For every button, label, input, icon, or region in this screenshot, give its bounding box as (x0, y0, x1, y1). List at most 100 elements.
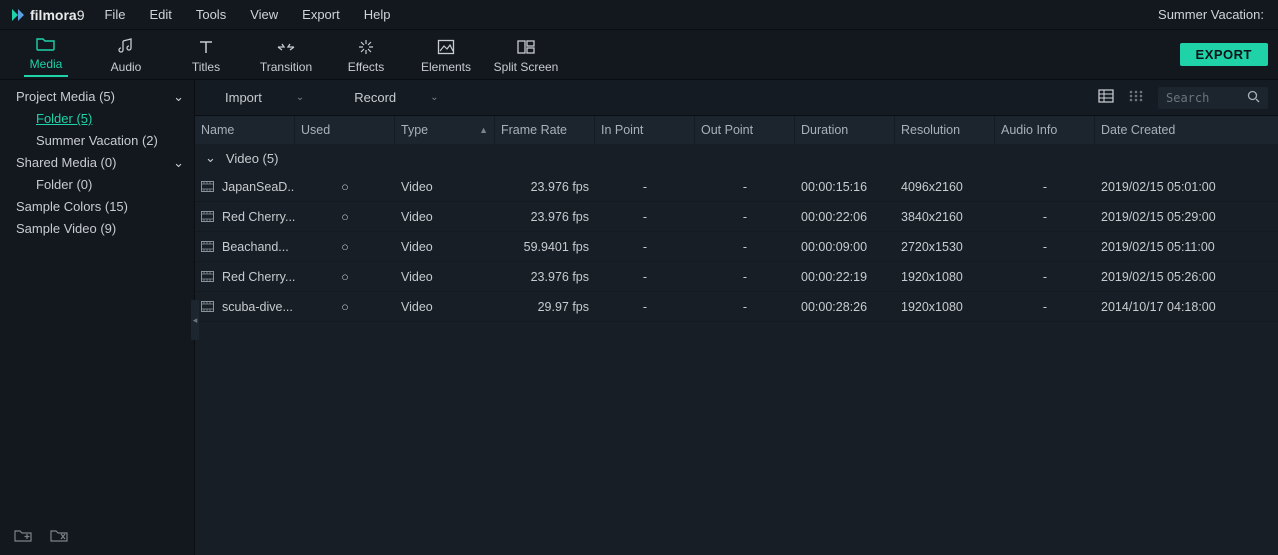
chevron-down-icon: ⌄ (430, 92, 438, 103)
menu-edit[interactable]: Edit (137, 0, 183, 30)
cell-inpoint: - (595, 300, 695, 314)
tab-split-screen[interactable]: Split Screen (486, 36, 566, 74)
cell-outpoint: - (695, 270, 795, 284)
col-type[interactable]: Type▲ (395, 116, 495, 144)
cell-date: 2014/10/17 04:18:00 (1095, 300, 1278, 314)
split-screen-icon (486, 36, 566, 58)
cell-date: 2019/02/15 05:11:00 (1095, 240, 1278, 254)
col-name[interactable]: Name (195, 116, 295, 144)
cell-used: ○ (295, 270, 395, 284)
table-row[interactable]: Red Cherry...○Video23.976 fps--00:00:22:… (195, 202, 1278, 232)
workspace: Project Media (5) ⌄ Folder (5) Summer Va… (0, 80, 1278, 555)
cell-date: 2019/02/15 05:01:00 (1095, 180, 1278, 194)
cell-type: Video (395, 270, 495, 284)
menu-file[interactable]: File (92, 0, 137, 30)
tab-media[interactable]: Media (6, 33, 86, 77)
col-resolution[interactable]: Resolution (895, 116, 995, 144)
video-clip-icon (201, 271, 214, 282)
cell-type: Video (395, 240, 495, 254)
filmora-icon (10, 7, 26, 23)
new-folder-icon[interactable] (14, 528, 32, 545)
table-row[interactable]: scuba-dive...○Video29.97 fps--00:00:28:2… (195, 292, 1278, 322)
table-row[interactable]: Red Cherry...○Video23.976 fps--00:00:22:… (195, 262, 1278, 292)
sidebar-item-label: Folder (5) (36, 110, 92, 128)
collapse-sidebar-handle[interactable]: ◂ (191, 300, 199, 340)
cell-audio: - (995, 300, 1095, 314)
import-dropdown[interactable]: Import ⌄ (225, 90, 304, 105)
video-clip-icon (201, 181, 214, 192)
cell-duration: 00:00:22:19 (795, 270, 895, 284)
tab-media-label: Media (6, 57, 86, 71)
table-row[interactable]: Beachand...○Video59.9401 fps--00:00:09:0… (195, 232, 1278, 262)
sidebar-item-shared-media[interactable]: Shared Media (0) ⌄ (0, 152, 194, 174)
sidebar-item-label: Shared Media (0) (16, 154, 116, 172)
media-table: Name Used Type▲ Frame Rate In Point Out … (195, 116, 1278, 555)
cell-name: JapanSeaD... (222, 180, 295, 194)
sidebar-footer (0, 518, 194, 555)
search-box[interactable] (1158, 87, 1268, 109)
cell-used: ○ (295, 210, 395, 224)
folder-open-icon (6, 33, 86, 55)
cell-framerate: 23.976 fps (495, 210, 595, 224)
sidebar-item-sample-video[interactable]: Sample Video (9) (0, 218, 194, 240)
image-icon (406, 36, 486, 58)
cell-duration: 00:00:28:26 (795, 300, 895, 314)
col-date[interactable]: Date Created (1095, 116, 1278, 144)
group-row-video[interactable]: ⌄ Video (5) (195, 144, 1278, 172)
col-duration[interactable]: Duration (795, 116, 895, 144)
cell-outpoint: - (695, 180, 795, 194)
media-toolbar: Import ⌄ Record ⌄ (195, 80, 1278, 116)
export-button[interactable]: EXPORT (1180, 43, 1268, 66)
cell-framerate: 23.976 fps (495, 180, 595, 194)
table-row[interactable]: JapanSeaD...○Video23.976 fps--00:00:15:1… (195, 172, 1278, 202)
col-audio[interactable]: Audio Info (995, 116, 1095, 144)
tab-titles-label: Titles (166, 60, 246, 74)
search-input[interactable] (1166, 91, 1244, 105)
tab-elements[interactable]: Elements (406, 36, 486, 74)
menu-view[interactable]: View (238, 0, 290, 30)
video-clip-icon (201, 241, 214, 252)
chevron-down-icon: ⌄ (205, 150, 216, 166)
sort-ascending-icon: ▲ (479, 125, 488, 135)
grid-view-icon[interactable] (1128, 89, 1144, 106)
video-clip-icon (201, 211, 214, 222)
cell-date: 2019/02/15 05:26:00 (1095, 270, 1278, 284)
sidebar-item-label: Sample Colors (15) (16, 198, 128, 216)
cell-resolution: 1920x1080 (895, 270, 995, 284)
project-title: Summer Vacation: (1158, 7, 1278, 22)
menu-export[interactable]: Export (290, 0, 352, 30)
tab-effects[interactable]: Effects (326, 36, 406, 74)
sidebar-item-folder[interactable]: Folder (5) (0, 108, 194, 130)
col-framerate[interactable]: Frame Rate (495, 116, 595, 144)
cell-inpoint: - (595, 180, 695, 194)
delete-folder-icon[interactable] (50, 528, 68, 545)
list-view-icon[interactable] (1098, 89, 1114, 106)
tab-audio[interactable]: Audio (86, 36, 166, 74)
search-icon (1247, 90, 1260, 106)
col-inpoint[interactable]: In Point (595, 116, 695, 144)
tab-transition[interactable]: Transition (246, 36, 326, 74)
cell-date: 2019/02/15 05:29:00 (1095, 210, 1278, 224)
col-used[interactable]: Used (295, 116, 395, 144)
sidebar-item-project-media[interactable]: Project Media (5) ⌄ (0, 86, 194, 108)
text-icon (166, 36, 246, 58)
cell-name: Beachand... (222, 240, 289, 254)
cell-duration: 00:00:15:16 (795, 180, 895, 194)
menu-help[interactable]: Help (352, 0, 403, 30)
record-dropdown[interactable]: Record ⌄ (354, 90, 438, 105)
chevron-down-icon: ⌄ (173, 88, 184, 106)
cell-resolution: 3840x2160 (895, 210, 995, 224)
col-outpoint[interactable]: Out Point (695, 116, 795, 144)
sidebar-item-sample-colors[interactable]: Sample Colors (15) (0, 196, 194, 218)
tab-titles[interactable]: Titles (166, 36, 246, 74)
sidebar-item-summer-vacation[interactable]: Summer Vacation (2) (0, 130, 194, 152)
cell-framerate: 29.97 fps (495, 300, 595, 314)
tab-effects-label: Effects (326, 60, 406, 74)
menu-tools[interactable]: Tools (184, 0, 238, 30)
tab-transition-label: Transition (246, 60, 326, 74)
sidebar-item-shared-folder[interactable]: Folder (0) (0, 174, 194, 196)
cell-used: ○ (295, 180, 395, 194)
cell-duration: 00:00:22:06 (795, 210, 895, 224)
tab-elements-label: Elements (406, 60, 486, 74)
cell-framerate: 23.976 fps (495, 270, 595, 284)
